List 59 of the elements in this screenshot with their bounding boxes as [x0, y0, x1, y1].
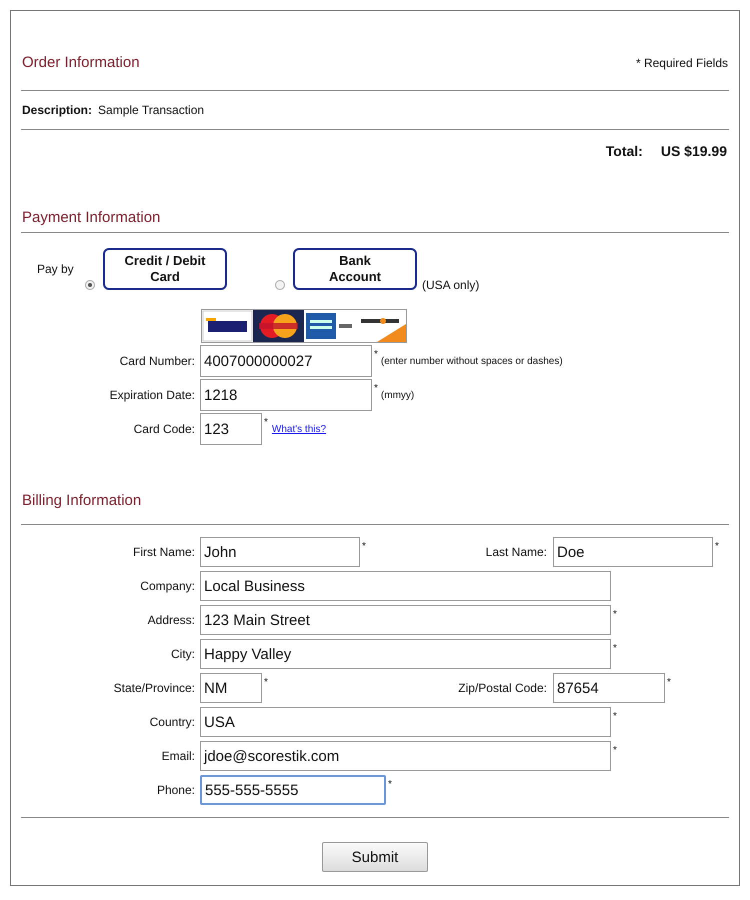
- field-label: Address:: [146, 613, 195, 627]
- input-field[interactable]: 123: [200, 413, 262, 445]
- description-text: Sample Transaction: [98, 103, 204, 117]
- radio-button[interactable]: [85, 280, 95, 290]
- input-field[interactable]: NM: [200, 673, 262, 703]
- input-field[interactable]: 87654: [553, 673, 665, 703]
- required-mark: *: [613, 745, 617, 756]
- required-mark: *: [264, 677, 268, 688]
- field-label: Zip/Postal Code:: [457, 681, 547, 695]
- required-mark: *: [374, 383, 378, 394]
- required-mark: *: [264, 417, 268, 428]
- required-mark: *: [374, 349, 378, 360]
- method-note: (USA only): [422, 278, 480, 292]
- required-mark: *: [667, 677, 671, 688]
- description-label: Description:: [22, 103, 92, 117]
- field-label: State/Province:: [112, 681, 195, 695]
- required-mark: *: [388, 779, 392, 790]
- field-label: First Name:: [132, 545, 195, 559]
- input-field[interactable]: Local Business: [200, 571, 611, 601]
- radio-button[interactable]: [275, 280, 285, 290]
- section-title: Payment Information: [22, 208, 160, 226]
- payment-method-button[interactable]: Credit / Debit Card: [103, 248, 227, 290]
- total-label: Total:: [606, 143, 643, 159]
- field-label: Card Code:: [132, 422, 195, 436]
- field-label: Phone:: [156, 783, 195, 797]
- input-field[interactable]: 1218: [200, 379, 372, 411]
- input-field[interactable]: Happy Valley: [200, 639, 611, 669]
- field-label: Country:: [148, 715, 195, 729]
- input-field[interactable]: John: [200, 537, 360, 567]
- input-field[interactable]: USA: [200, 707, 611, 737]
- submit-button[interactable]: Submit: [322, 842, 428, 872]
- input-field[interactable]: Doe: [553, 537, 713, 567]
- input-field[interactable]: jdoe@scorestik.com: [200, 741, 611, 771]
- card-logo-icon: [304, 310, 355, 342]
- required-mark: *: [613, 643, 617, 654]
- pay-by-label: Pay by: [37, 262, 75, 276]
- required-mark: *: [715, 541, 719, 552]
- total-amount: US $19.99: [660, 143, 727, 159]
- field-hint: (enter number without spaces or dashes): [380, 356, 563, 366]
- field-label: Email:: [160, 749, 195, 763]
- card-logo-icon: [202, 310, 253, 342]
- field-label: Last Name:: [484, 545, 547, 559]
- field-label: City:: [170, 647, 195, 661]
- input-field[interactable]: 555-555-5555: [200, 775, 386, 805]
- field-label: Expiration Date:: [108, 388, 195, 402]
- required-note: * Required Fields: [636, 56, 728, 70]
- card-logo-icon: [253, 310, 304, 342]
- section-title: Order Information: [22, 54, 140, 71]
- field-label: Company:: [139, 579, 195, 593]
- payment-method-button[interactable]: Bank Account: [293, 248, 417, 290]
- required-mark: *: [613, 609, 617, 620]
- section-title: Billing Information: [22, 492, 142, 509]
- help-link[interactable]: What's this?: [272, 424, 326, 434]
- field-label: Card Number:: [118, 354, 195, 368]
- input-field[interactable]: 4007000000027: [200, 345, 372, 377]
- field-hint: (mmyy): [380, 390, 414, 400]
- required-mark: *: [362, 541, 366, 552]
- required-mark: *: [613, 711, 617, 722]
- input-field[interactable]: 123 Main Street: [200, 605, 611, 635]
